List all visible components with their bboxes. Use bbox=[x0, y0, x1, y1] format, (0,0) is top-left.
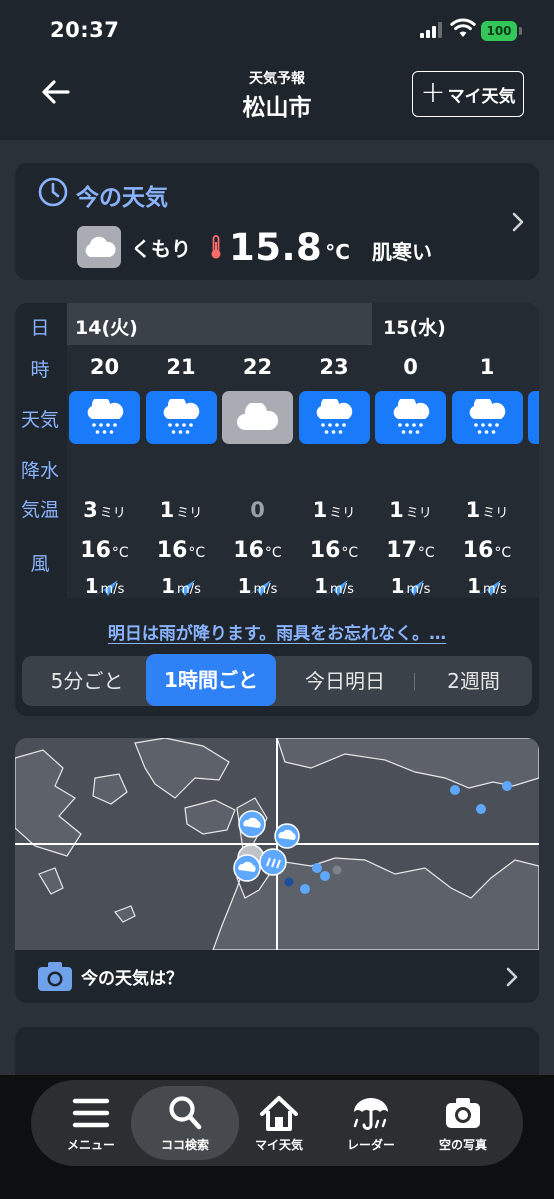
umbrella-icon bbox=[353, 1098, 388, 1130]
current-weather-title: 今の天気 bbox=[76, 185, 168, 211]
date-label: 15(水) bbox=[383, 317, 446, 339]
cloudy-icon bbox=[77, 226, 121, 268]
label-weather: 天気 bbox=[20, 409, 59, 431]
nav-radar[interactable]: レーダー bbox=[325, 1086, 417, 1160]
wind-speed-value: 1 m/s bbox=[390, 574, 431, 598]
hour-label: 1 bbox=[479, 355, 495, 379]
nav-label: ココ検索 bbox=[160, 1138, 209, 1152]
menu-icon bbox=[72, 1098, 110, 1128]
status-time: 20:37 bbox=[50, 18, 120, 42]
radar-map[interactable] bbox=[15, 738, 539, 950]
battery-indicator: 100 bbox=[481, 21, 522, 41]
wind-speed-value: 1 m/s bbox=[314, 574, 354, 598]
rain-icon bbox=[298, 391, 370, 444]
home-icon bbox=[260, 1096, 298, 1131]
precipitation-value: 3 ミリ bbox=[83, 498, 126, 522]
nav-label: 空の写真 bbox=[438, 1138, 487, 1152]
nav-label: マイ天気 bbox=[254, 1138, 303, 1152]
temperature-value: 16°C bbox=[309, 538, 359, 563]
radar-card[interactable]: 今の天気は？ bbox=[15, 738, 539, 1003]
bottom-nav: メニュー ココ検索 マイ天気 レーダー 空の写真 bbox=[31, 1080, 523, 1166]
wind-speed-value: 1 m/s bbox=[84, 574, 125, 598]
cloudy-icon bbox=[222, 391, 293, 444]
temperature-value: 17°C bbox=[386, 538, 435, 563]
forecast-notice-link[interactable]: 明日は雨が降ります。雨具をお忘れなく。… bbox=[15, 619, 539, 644]
hour-label: 21 bbox=[166, 355, 196, 379]
precipitation-value: 0 bbox=[250, 498, 265, 522]
hourly-forecast-card: 日 時 天気 降水 気温 風 14(火) 15(水) 20 3 ミリ 16°C 21 1 ミ… bbox=[15, 303, 539, 716]
hour-column: 20 3 ミリ 16°C bbox=[67, 345, 142, 598]
precipitation-value: 1 ミリ bbox=[465, 498, 509, 522]
label-hour: 時 bbox=[30, 359, 50, 381]
hourly-grid[interactable]: 20 3 ミリ 16°C 21 1 ミリ 16°C 22 0 16°C 23 1 ミリ 16°C 0 1 ミリ 17… bbox=[67, 345, 539, 598]
add-my-weather-button[interactable]: + マイ天気 bbox=[412, 71, 524, 117]
temperature-value: 16°C bbox=[156, 538, 206, 563]
precipitation-value: 1 ミリ bbox=[159, 498, 203, 522]
date-header: 14(火) 15(水) bbox=[67, 303, 539, 345]
current-condition: くもり bbox=[131, 236, 191, 261]
interval-tabs: 5分ごと 1時間ごと 今日明日 2週間 bbox=[22, 654, 532, 706]
hour-column: 22 0 16°C bbox=[220, 345, 295, 598]
label-precip: 降水 bbox=[20, 460, 59, 482]
nav-menu[interactable]: メニュー bbox=[45, 1086, 137, 1160]
chevron-right-icon bbox=[512, 212, 524, 232]
rain-icon bbox=[145, 391, 217, 444]
hour-column: 0 1 ミリ 17°C bbox=[373, 345, 448, 598]
row-labels: 日 時 天気 降水 気温 風 bbox=[15, 303, 67, 598]
tab-hourly[interactable]: 1時間ごと bbox=[146, 654, 276, 706]
label-day: 日 bbox=[30, 317, 50, 339]
rain-icon bbox=[69, 391, 140, 444]
add-my-weather-label: マイ天気 bbox=[447, 86, 516, 107]
rain-icon bbox=[528, 391, 539, 444]
clock-icon bbox=[38, 177, 68, 207]
chevron-right-icon bbox=[506, 967, 518, 987]
search-icon bbox=[169, 1096, 202, 1130]
label-wind: 風 bbox=[30, 553, 50, 575]
sky-report-prompt: 今の天気は？ bbox=[81, 969, 183, 989]
app-header: 20:37 100 天気予報 松山市 + マイ天気 bbox=[0, 0, 554, 140]
temperature-value: 16°C bbox=[233, 538, 282, 563]
temperature-value: 16°C bbox=[80, 538, 129, 563]
nav-sky-photos[interactable]: 空の写真 bbox=[417, 1086, 509, 1160]
current-weather-card[interactable]: 今の天気 くもり 15.8 °C 肌寒い bbox=[15, 163, 539, 280]
tab-5min[interactable]: 5分ごと bbox=[22, 656, 152, 706]
precipitation-value: 1 ミリ bbox=[312, 498, 356, 522]
rain-icon bbox=[375, 391, 446, 444]
current-temperature: 15.8 bbox=[229, 225, 323, 269]
cellular-signal-icon bbox=[420, 22, 442, 38]
precipitation-value: 1 ミリ bbox=[389, 498, 432, 522]
tab-today-tomorrow[interactable]: 今日明日 bbox=[276, 656, 414, 706]
hour-label: 23 bbox=[319, 355, 349, 379]
sky-report-link[interactable]: 今の天気は？ bbox=[15, 950, 539, 1003]
hour-column: 1 1 ミリ 16°C bbox=[450, 345, 525, 598]
label-temp: 気温 bbox=[20, 499, 59, 521]
feels-like: 肌寒い bbox=[371, 239, 432, 264]
thermometer-icon bbox=[211, 235, 221, 259]
nav-search[interactable]: ココ検索 bbox=[131, 1086, 239, 1160]
temperature-value: 16°C bbox=[462, 538, 512, 563]
wind-speed-value: 1 m/s bbox=[237, 574, 278, 598]
camera-icon bbox=[38, 962, 72, 991]
nav-label: メニュー bbox=[66, 1138, 115, 1152]
plus-icon: + bbox=[420, 74, 446, 110]
date-label: 14(火) bbox=[75, 317, 138, 339]
wifi-icon bbox=[450, 18, 476, 37]
tab-2weeks[interactable]: 2週間 bbox=[415, 656, 532, 706]
hour-column: 23 1 ミリ 16°C bbox=[297, 345, 372, 598]
hour-label: 22 bbox=[242, 355, 273, 379]
nav-label: レーダー bbox=[346, 1138, 395, 1152]
hour-label: 20 bbox=[89, 355, 120, 379]
camera-icon bbox=[446, 1098, 480, 1128]
temperature-unit: °C bbox=[325, 240, 350, 264]
hour-column: 21 1 ミリ 16°C bbox=[144, 345, 219, 598]
wind-speed-value: 1 m/s bbox=[467, 574, 507, 598]
hour-label: 0 bbox=[403, 355, 418, 379]
rain-icon bbox=[451, 391, 523, 444]
nav-my-weather[interactable]: マイ天気 bbox=[233, 1086, 325, 1160]
wind-speed-value: 1 m/s bbox=[161, 574, 201, 598]
